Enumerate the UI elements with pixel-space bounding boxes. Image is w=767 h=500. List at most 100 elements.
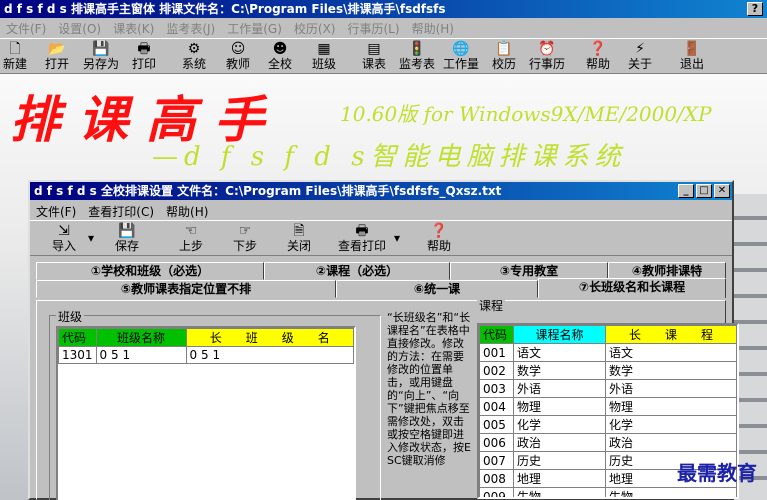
- minimize-button[interactable]: _: [678, 184, 694, 198]
- class-code-cell[interactable]: 1301: [58, 346, 97, 364]
- course-code-cell[interactable]: 002: [479, 361, 514, 380]
- timetable-button[interactable]: ▤ 课表: [360, 41, 388, 73]
- save-icon: 💾: [118, 223, 136, 239]
- course-name-cell[interactable]: 数学: [513, 361, 606, 380]
- course-code-cell[interactable]: 007: [479, 451, 514, 470]
- about-button[interactable]: ⚡ 关于: [626, 41, 654, 73]
- prev-step-button[interactable]: ☜ 上步: [176, 223, 206, 255]
- menu-file[interactable]: 文件(F): [0, 20, 52, 37]
- class-long-name-cell[interactable]: 0 5 1: [185, 346, 354, 364]
- course-code-cell[interactable]: 005: [479, 415, 514, 434]
- help-toolbar-button[interactable]: ❓ 帮助: [584, 41, 612, 73]
- course-long-name-cell[interactable]: 语文: [605, 343, 737, 362]
- course-name-cell[interactable]: 历史: [513, 451, 606, 470]
- prev-step-icon: ☜: [184, 223, 198, 239]
- menu-help[interactable]: 帮助(H): [406, 20, 460, 37]
- new-button[interactable]: 🗋 新建: [2, 41, 28, 73]
- save-icon: 💾: [92, 41, 110, 57]
- teacher-button[interactable]: ☺ 教师: [224, 41, 252, 73]
- class-col-name: 班级名称: [95, 328, 187, 347]
- tab-courses[interactable]: ②课程（必选）: [264, 262, 450, 280]
- class-name-cell[interactable]: 0 5 1: [95, 346, 187, 364]
- save-button[interactable]: 💾 保存: [112, 223, 142, 255]
- open-button[interactable]: 📂 打开: [44, 41, 70, 73]
- next-step-button[interactable]: ☞ 下步: [230, 223, 260, 255]
- main-toolbar: 🗋 新建 📂 打开 💾 另存为 🖶 打印 ⚙ 系统 ☺ 教师 ☻ 全校 ▦ 班级 ▤ 课表 🚦 监考…: [0, 38, 767, 74]
- menu-invigilation[interactable]: 监考表(J): [160, 20, 221, 37]
- import-dropdown-arrow[interactable]: ▾: [86, 231, 96, 263]
- course-long-name-cell[interactable]: 化学: [605, 415, 737, 434]
- print-dropdown-arrow[interactable]: ▾: [392, 231, 402, 263]
- course-name-cell[interactable]: 化学: [513, 415, 606, 434]
- class-grid[interactable]: 代码 班级名称 长 班 级 名 1301 0 5 1 0 5 1: [56, 326, 356, 500]
- invigilation-button[interactable]: 🚦 监考表: [398, 41, 436, 73]
- table-row[interactable]: 001 语文 语文: [479, 343, 737, 362]
- course-name-cell[interactable]: 地理: [513, 469, 606, 488]
- main-menu-bar: 文件(F) 设置(O) 课表(K) 监考表(J) 工作量(G) 校历(X) 行事…: [0, 18, 767, 38]
- tab-unified-class[interactable]: ⑥统一课: [336, 280, 538, 298]
- child-menu-print-view[interactable]: 查看打印(C): [82, 203, 160, 220]
- course-long-name-cell[interactable]: 物理: [605, 397, 737, 416]
- course-long-name-cell[interactable]: 外语: [605, 379, 737, 398]
- child-menu-help[interactable]: 帮助(H): [160, 203, 214, 220]
- school-settings-window: d f s f d s 全校排课设置 文件名：C:\Program Files\…: [28, 180, 739, 500]
- banner-version: 10.60版 for Windows9X/ME/2000/XP: [340, 102, 712, 126]
- menu-schedule[interactable]: 行事历(L): [342, 20, 406, 37]
- schedule-button[interactable]: ⏰ 行事历: [528, 41, 566, 73]
- help-button[interactable]: ?: [747, 2, 763, 16]
- timetable-icon: ▤: [367, 41, 381, 57]
- course-code-cell[interactable]: 004: [479, 397, 514, 416]
- menu-workload[interactable]: 工作量(G): [221, 20, 288, 37]
- exit-button[interactable]: 🚪 退出: [678, 41, 706, 73]
- save-as-button[interactable]: 💾 另存为: [82, 41, 120, 73]
- class-button[interactable]: ▦ 班级: [310, 41, 338, 73]
- course-name-cell[interactable]: 生物: [513, 487, 606, 497]
- banner-subtitle: —d f s f d s智能电脑排课系统: [152, 142, 627, 172]
- course-name-cell[interactable]: 政治: [513, 433, 606, 452]
- workload-button[interactable]: 🌐 工作量: [442, 41, 480, 73]
- child-help-button[interactable]: ❓ 帮助: [424, 223, 454, 255]
- tab-teacher-positions[interactable]: ⑤教师课表指定位置不排: [36, 280, 336, 298]
- course-name-cell[interactable]: 外语: [513, 379, 606, 398]
- close-doc-button[interactable]: 🗎 关闭: [284, 223, 314, 255]
- table-row[interactable]: 009 生物 生物: [479, 487, 737, 497]
- tab-school-class[interactable]: ①学校和班级（必选）: [36, 262, 264, 280]
- menu-timetable[interactable]: 课表(K): [107, 20, 160, 37]
- table-row[interactable]: 1301 0 5 1 0 5 1: [58, 346, 354, 364]
- menu-calendar[interactable]: 校历(X): [288, 20, 342, 37]
- course-code-cell[interactable]: 001: [479, 343, 514, 362]
- table-row[interactable]: 003 外语 外语: [479, 379, 737, 398]
- course-long-name-cell[interactable]: 数学: [605, 361, 737, 380]
- school-button[interactable]: ☻ 全校: [266, 41, 294, 73]
- course-long-name-cell[interactable]: 生物: [605, 487, 737, 497]
- table-row[interactable]: 004 物理 物理: [479, 397, 737, 416]
- instruction-note: “长班级名”和“长课程名”在表格中直接修改。修改的方法：在需要修改的位置单击，或…: [387, 311, 471, 467]
- table-row[interactable]: 005 化学 化学: [479, 415, 737, 434]
- maximize-button[interactable]: □: [696, 184, 712, 198]
- tab-panel-long-names: 班级 代码 班级名称 长 班 级 名 1301 0 5 1 0 5 1 “长班级…: [36, 297, 739, 500]
- table-row[interactable]: 006 政治 政治: [479, 433, 737, 452]
- course-name-cell[interactable]: 语文: [513, 343, 606, 362]
- table-row[interactable]: 002 数学 数学: [479, 361, 737, 380]
- tab-long-names[interactable]: ⑦长班级名和长课程: [538, 278, 726, 298]
- course-name-cell[interactable]: 物理: [513, 397, 606, 416]
- watermark: 最需教育: [677, 461, 757, 485]
- calendar-button[interactable]: 📋 校历: [490, 41, 518, 73]
- child-menu-file[interactable]: 文件(F): [30, 203, 82, 220]
- close-doc-icon: 🗎: [293, 223, 305, 239]
- print-button[interactable]: 🖶 打印: [130, 41, 158, 73]
- print-preview-button[interactable]: 🖶 查看打印: [336, 223, 388, 255]
- workload-icon: 🌐: [452, 41, 470, 57]
- close-button[interactable]: ✕: [714, 184, 730, 198]
- menu-settings[interactable]: 设置(O): [52, 20, 107, 37]
- child-title-bar: d f s f d s 全校排课设置 文件名：C:\Program Files\…: [30, 182, 732, 200]
- course-code-cell[interactable]: 006: [479, 433, 514, 452]
- course-long-name-cell[interactable]: 政治: [605, 433, 737, 452]
- import-button[interactable]: ⇲ 导入: [44, 223, 84, 255]
- system-button[interactable]: ⚙ 系统: [180, 41, 208, 73]
- course-code-cell[interactable]: 009: [479, 487, 514, 497]
- teacher-icon: ☺: [230, 41, 246, 57]
- course-code-cell[interactable]: 003: [479, 379, 514, 398]
- main-title-bar: d f s f d s 排课高手主窗体 排课文件名：C:\Program Fil…: [0, 0, 767, 18]
- course-code-cell[interactable]: 008: [479, 469, 514, 488]
